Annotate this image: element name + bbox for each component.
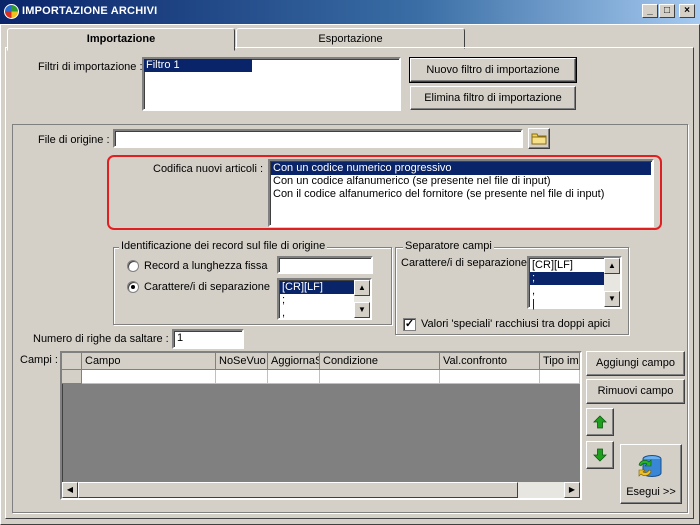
scroll-right-button[interactable]: ▶ (564, 482, 580, 498)
add-field-button[interactable]: Aggiungi campo (586, 351, 685, 376)
filters-label: Filtri di importazione : (38, 61, 143, 73)
skip-rows-input[interactable]: 1 (172, 329, 244, 349)
field-separator-label: Carattere/i di separazione (401, 257, 527, 269)
list-item[interactable]: [CR][LF] (280, 281, 354, 294)
list-item[interactable]: Filtro 1 (144, 59, 252, 72)
list-item[interactable]: Con un codice numerico progressivo (271, 162, 651, 175)
scroll-up-button[interactable]: ▲ (604, 258, 620, 274)
grid-cell[interactable] (216, 370, 268, 384)
fixed-length-input[interactable] (277, 256, 373, 274)
scrollbar[interactable]: ▲ ▼ (354, 280, 370, 318)
fields-grid[interactable]: Campo NoSeVuo AggiornaS Condizione Val.c… (60, 351, 582, 500)
column-header[interactable]: Val.confronto (440, 353, 540, 370)
grid-cell[interactable] (440, 370, 540, 384)
title-bar: IMPORTAZIONE ARCHIVI _ □ × (0, 0, 700, 24)
new-filter-button[interactable]: Nuovo filtro di importazione (409, 57, 577, 83)
grid-cell[interactable] (268, 370, 320, 384)
database-refresh-icon (638, 455, 662, 477)
encoding-label: Codifica nuovi articoli : (153, 163, 264, 175)
quotes-label: Valori 'speciali' racchiusi tra doppi ap… (421, 318, 611, 330)
remove-field-button[interactable]: Rimuovi campo (586, 379, 685, 404)
list-item[interactable]: Con il codice alfanumerico del fornitore… (271, 188, 651, 201)
tab-importazione[interactable]: Importazione (7, 28, 235, 51)
scroll-down-button[interactable]: ▼ (354, 302, 370, 318)
skip-rows-label: Numero di righe da saltare : (33, 333, 169, 345)
separator-radio[interactable] (127, 281, 139, 293)
fixed-length-label: Record a lunghezza fissa (144, 260, 268, 272)
tab-esportazione[interactable]: Esportazione (236, 28, 465, 49)
arrow-up-icon (593, 415, 607, 429)
horizontal-scrollbar[interactable]: ◀ ▶ (62, 482, 580, 498)
origin-file-input[interactable] (113, 129, 523, 148)
list-item[interactable]: Con un codice alfanumerico (se presente … (271, 175, 651, 188)
delete-filter-button[interactable]: Elimina filtro di importazione (410, 86, 576, 110)
grid-cell[interactable] (540, 370, 580, 384)
scroll-left-button[interactable]: ◀ (62, 482, 78, 498)
column-header[interactable]: Tipo imp (540, 353, 580, 370)
move-down-button[interactable] (586, 441, 614, 469)
origin-file-label: File di origine : (38, 134, 110, 146)
fields-label: Campi : (20, 354, 58, 366)
column-header[interactable]: Campo (82, 353, 216, 370)
filters-list[interactable]: Filtro 1 (142, 57, 401, 111)
separator-label: Carattere/i di separazione (144, 281, 270, 293)
arrow-down-icon (593, 448, 607, 462)
execute-label: Esegui >> (626, 486, 676, 498)
fixed-length-radio[interactable] (127, 260, 139, 272)
row-header (62, 370, 82, 384)
folder-icon (531, 133, 547, 145)
column-header[interactable]: Condizione (320, 353, 440, 370)
grid-cell[interactable] (82, 370, 216, 384)
field-separator-title: Separatore campi (403, 240, 494, 252)
quotes-checkbox[interactable]: ✓ (403, 318, 416, 331)
maximize-button[interactable]: □ (659, 4, 675, 18)
minimize-button[interactable]: _ (642, 4, 658, 18)
close-button[interactable]: × (679, 4, 695, 18)
list-item[interactable]: ; (530, 272, 604, 285)
scroll-thumb[interactable] (78, 482, 518, 498)
record-separator-list[interactable]: [CR][LF] ; , ▲ ▼ (277, 278, 372, 320)
browse-button[interactable] (528, 128, 550, 149)
record-id-title: Identificazione dei record sul file di o… (119, 240, 328, 252)
encoding-list[interactable]: Con un codice numerico progressivo Con u… (268, 159, 654, 227)
column-header[interactable]: NoSeVuo (216, 353, 268, 370)
move-up-button[interactable] (586, 408, 614, 436)
scrollbar[interactable]: ▲ ▼ (604, 258, 620, 307)
field-separator-list[interactable]: [CR][LF] ; , | ▲ ▼ (527, 256, 622, 310)
grid-corner (62, 353, 82, 370)
app-icon (4, 4, 19, 19)
column-header[interactable]: AggiornaS (268, 353, 320, 370)
scroll-up-button[interactable]: ▲ (354, 280, 370, 296)
execute-button[interactable]: Esegui >> (620, 444, 682, 504)
scroll-down-button[interactable]: ▼ (604, 291, 620, 307)
window-title: IMPORTAZIONE ARCHIVI (22, 5, 158, 17)
grid-cell[interactable] (320, 370, 440, 384)
